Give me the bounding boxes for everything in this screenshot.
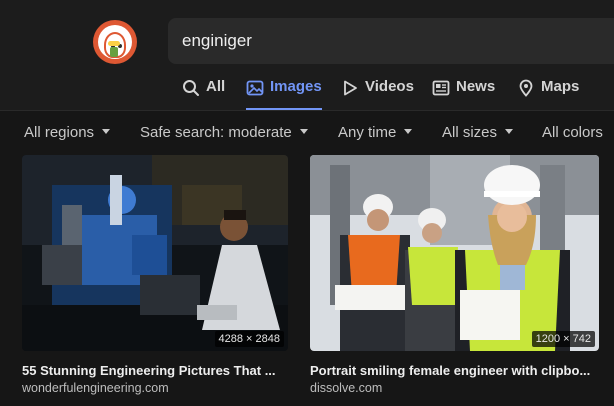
caret-down-icon [299, 128, 308, 134]
engineer-photo [310, 155, 599, 351]
result-source[interactable]: wonderfulengineering.com [22, 381, 169, 395]
result-source[interactable]: dissolve.com [310, 381, 382, 395]
search-input[interactable]: enginiger [182, 31, 252, 51]
tab-all[interactable]: All [182, 78, 225, 110]
caret-down-icon [404, 128, 413, 134]
result-thumbnail[interactable]: 4288 × 2848 [22, 155, 288, 351]
filter-safe-search[interactable]: Safe search: moderate [140, 124, 308, 141]
tab-news[interactable]: News [432, 78, 495, 110]
filter-bar: All regions Safe search: moderate Any ti… [0, 118, 614, 146]
result-title[interactable]: Portrait smiling female engineer with cl… [310, 363, 590, 378]
filter-label: Safe search: moderate [140, 124, 292, 141]
tab-label: All [206, 78, 226, 95]
play-icon [344, 80, 357, 96]
tab-videos[interactable]: Videos [341, 78, 414, 110]
tab-label: Maps [541, 78, 580, 95]
filter-regions[interactable]: All regions [24, 124, 111, 141]
tab-maps[interactable]: Maps [517, 78, 579, 110]
tab-images[interactable]: Images [246, 78, 322, 110]
search-icon [183, 80, 199, 96]
duckduckgo-logo[interactable] [93, 20, 137, 64]
engine-photo [22, 155, 288, 351]
caret-down-icon [102, 128, 111, 134]
filter-label: All colors [542, 124, 603, 141]
result-title[interactable]: 55 Stunning Engineering Pictures That ..… [22, 363, 276, 378]
search-tabs: All Images Videos News Maps [0, 78, 614, 110]
image-icon [246, 80, 264, 96]
tab-label: Videos [365, 78, 414, 95]
filter-time[interactable]: Any time [338, 124, 413, 141]
caret-down-icon [505, 128, 514, 134]
filter-size[interactable]: All sizes [442, 124, 514, 141]
image-dimensions: 4288 × 2848 [214, 331, 284, 347]
filter-label: All sizes [442, 124, 498, 141]
map-pin-icon [519, 79, 533, 97]
newspaper-icon [432, 80, 450, 96]
image-result[interactable]: 4288 × 2848 55 Stunning Engineering Pict… [22, 155, 288, 395]
image-result[interactable]: 1200 × 742 Portrait smiling female engin… [310, 155, 599, 395]
filter-label: All regions [24, 124, 95, 141]
tab-label: Images [270, 78, 322, 95]
filter-color[interactable]: All colors [542, 124, 603, 141]
image-dimensions: 1200 × 742 [531, 331, 595, 347]
tab-label: News [456, 78, 496, 95]
filter-label: Any time [338, 124, 397, 141]
search-box[interactable]: enginiger [168, 18, 614, 64]
result-thumbnail[interactable]: 1200 × 742 [310, 155, 599, 351]
header: enginiger All Images Videos News Maps [0, 0, 614, 111]
duck-icon [98, 25, 132, 59]
